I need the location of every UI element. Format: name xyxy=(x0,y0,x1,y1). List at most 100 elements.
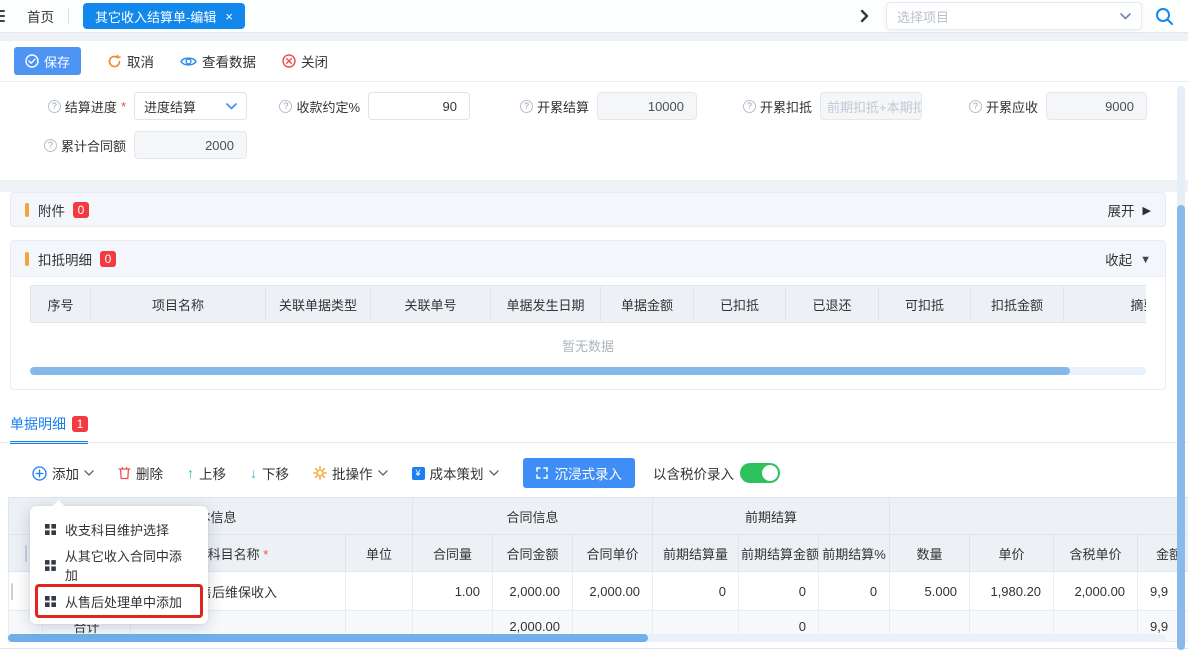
deduction-hscrollbar-thumb[interactable] xyxy=(30,367,1070,375)
cum-receivable-label: 开累应收 xyxy=(955,97,1038,116)
search-icon[interactable] xyxy=(1155,7,1174,26)
cum-deduction-input: 前期扣抵+本期扣抵 xyxy=(820,92,922,120)
row-checkbox[interactable] xyxy=(11,583,13,600)
header-cell: 项目名称 xyxy=(91,286,266,323)
settlement-form: 结算进度 * 进度结算 收款约定% 90 开累结算 10000 xyxy=(0,82,1188,180)
refresh-icon xyxy=(107,54,122,69)
attachments-expand-button[interactable]: 展开 xyxy=(1108,200,1151,220)
select-all-checkbox[interactable] xyxy=(25,545,27,562)
header-cell: 数量 xyxy=(890,535,970,572)
tab-active-label: 其它收入结算单-编辑 xyxy=(95,7,216,26)
brackets-icon xyxy=(536,467,548,479)
payment-pct-input[interactable]: 90 xyxy=(368,92,470,120)
chevron-down-icon xyxy=(84,470,94,476)
prev-amount-cell: 0 xyxy=(739,572,819,611)
settle-progress-select[interactable]: 进度结算 xyxy=(134,92,247,120)
settle-progress-label: 结算进度 * xyxy=(8,97,126,116)
detail-hscrollbar-track xyxy=(8,634,1166,642)
header-cell: 可扣抵 xyxy=(879,286,971,323)
action-toolbar: 保存 取消 查看数据 关闭 xyxy=(0,41,1188,82)
batch-actions-button[interactable]: 批操作 xyxy=(313,463,388,483)
contract-price-cell: 2,000.00 xyxy=(573,572,653,611)
deduction-collapse-button[interactable]: 收起 xyxy=(1105,249,1151,269)
chevron-down-icon xyxy=(226,103,237,110)
check-circle-icon xyxy=(25,54,39,68)
add-dropdown-menu: 收支科目维护选择 从其它收入合同中添加 从售后处理单中添加 xyxy=(30,506,208,624)
prev-pct-cell: 0 xyxy=(819,572,890,611)
save-button[interactable]: 保存 xyxy=(14,47,81,75)
tab-close-icon[interactable]: × xyxy=(225,9,233,24)
cum-deduction-label: 开累扣抵 xyxy=(728,97,812,116)
field-cum-receivable: 开累应收 9000 xyxy=(955,92,1147,120)
tab-home[interactable]: 首页 xyxy=(27,6,54,26)
help-icon xyxy=(743,100,756,113)
close-label: 关闭 xyxy=(301,51,328,71)
app-window: 首页 其它收入结算单-编辑 × 选择项目 保存 取消 xyxy=(0,0,1188,650)
vscrollbar-track xyxy=(1177,86,1185,650)
header-cell: 关联单号 xyxy=(371,286,491,323)
menu-item-maintain-subjects[interactable]: 收支科目维护选择 xyxy=(30,511,208,547)
menu-item-from-other-income-contract[interactable]: 从其它收入合同中添加 xyxy=(30,547,208,583)
header-cell: 前期结算% xyxy=(819,535,890,572)
header-cell: 单据发生日期 xyxy=(491,286,601,323)
tab-bar: 首页 其它收入结算单-编辑 × 选择项目 xyxy=(0,0,1188,33)
close-button[interactable]: 关闭 xyxy=(282,51,328,71)
group-previous: 前期结算 xyxy=(653,498,890,535)
project-select[interactable]: 选择项目 xyxy=(886,2,1142,30)
delete-button[interactable]: 删除 xyxy=(118,463,163,483)
tab-divider xyxy=(0,442,1188,443)
deduction-table: 序号 项目名称 关联单据类型 关联单号 单据发生日期 单据金额 已扣抵 已退还 … xyxy=(30,285,1146,323)
cancel-button[interactable]: 取消 xyxy=(107,51,154,71)
field-settle-progress: 结算进度 * 进度结算 xyxy=(8,92,247,120)
help-icon xyxy=(520,100,533,113)
group-contract: 合同信息 xyxy=(413,498,653,535)
tab-bar-right: 选择项目 xyxy=(860,2,1188,30)
tab-detail[interactable]: 单据明细 1 xyxy=(10,414,88,444)
contract-qty-cell: 1.00 xyxy=(413,572,493,611)
cum-settlement-label: 开累结算 xyxy=(498,97,589,116)
immersive-entry-button[interactable]: 沉浸式录入 xyxy=(523,458,636,488)
tax-price-cell: 2,000.00 xyxy=(1054,572,1138,611)
cum-settlement-input: 10000 xyxy=(597,92,697,120)
menu-item-from-aftersales-order[interactable]: 从售后处理单中添加 xyxy=(30,583,208,619)
chevron-right-icon[interactable] xyxy=(860,9,869,23)
add-button[interactable]: 添加 xyxy=(32,463,94,483)
cost-plan-button[interactable]: 成本策划 xyxy=(412,463,499,483)
trash-icon xyxy=(118,466,131,480)
unit-cell xyxy=(346,572,413,611)
detail-hscrollbar-thumb[interactable] xyxy=(8,634,648,642)
header-cell: 合同单价 xyxy=(573,535,653,572)
attachments-badge: 0 xyxy=(73,202,89,218)
view-data-button[interactable]: 查看数据 xyxy=(180,51,256,71)
deduction-panel: 扣抵明细 0 收起 序号 项目名称 关联单据类型 关联单号 单据发生日期 单据金… xyxy=(10,240,1166,390)
save-label: 保存 xyxy=(44,52,70,71)
grid-icon xyxy=(45,560,56,571)
move-up-button[interactable]: 上移 xyxy=(187,463,226,483)
cancel-label: 取消 xyxy=(127,51,154,71)
header-cell: 摘要 xyxy=(1064,286,1147,323)
vscrollbar-thumb[interactable] xyxy=(1177,205,1185,650)
eye-icon xyxy=(180,55,197,68)
header-cell: 扣抵金额 xyxy=(971,286,1064,323)
section-marker-icon xyxy=(25,252,29,266)
settle-progress-value: 进度结算 xyxy=(144,97,196,116)
deduction-title: 扣抵明细 xyxy=(38,249,92,269)
triangle-down-icon xyxy=(1140,251,1151,266)
yen-square-icon xyxy=(412,467,425,480)
header-cell: 关联单据类型 xyxy=(266,286,371,323)
gear-icon xyxy=(313,466,327,480)
chevron-down-icon xyxy=(1120,13,1131,20)
help-icon xyxy=(279,100,292,113)
tab-active-edit[interactable]: 其它收入结算单-编辑 × xyxy=(83,3,245,29)
header-cell: 单位 xyxy=(346,535,413,572)
header-cell: 已扣抵 xyxy=(694,286,786,323)
tax-entry-toggle[interactable] xyxy=(740,463,780,483)
header-cell: 前期结算金额 xyxy=(739,535,819,572)
cum-receivable-input: 9000 xyxy=(1046,92,1147,120)
move-down-button[interactable]: 下移 xyxy=(250,463,289,483)
header-cell: 序号 xyxy=(31,286,91,323)
section-marker-icon xyxy=(25,203,29,217)
required-mark: * xyxy=(263,547,268,562)
detail-toolbar: 添加 删除 上移 下移 批操作 成本策划 沉浸式录入 xyxy=(0,456,1188,490)
field-cum-contract: 累计合同额 2000 xyxy=(8,131,247,159)
